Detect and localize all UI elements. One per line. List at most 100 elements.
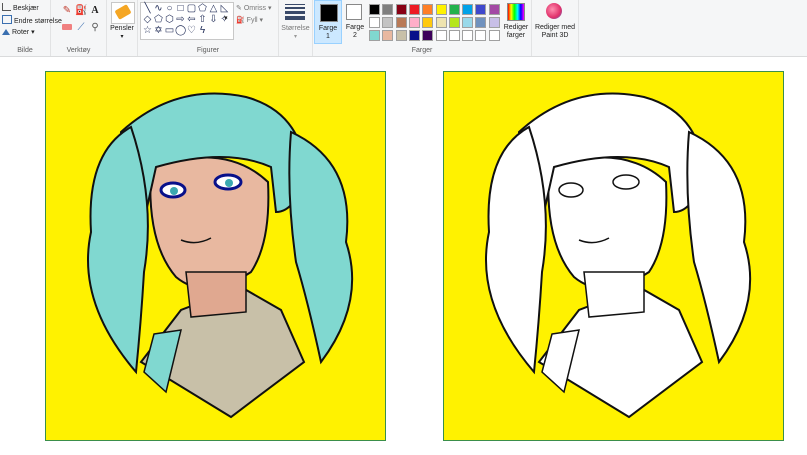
callout-rect-shape-icon[interactable]: ▭ bbox=[164, 26, 175, 36]
palette-swatch[interactable] bbox=[408, 17, 420, 28]
color1-swatch bbox=[320, 4, 338, 22]
palette-swatch[interactable] bbox=[462, 4, 474, 15]
magnifier-icon[interactable]: ⚲ bbox=[89, 22, 101, 34]
colors-group-label: Farger bbox=[411, 47, 433, 54]
lineart-portrait-panel[interactable] bbox=[443, 71, 784, 441]
left-arrow-shape-icon[interactable]: ⇦ bbox=[186, 15, 197, 25]
rotate-button[interactable]: Roter ▾ bbox=[2, 28, 35, 36]
fill-bucket-icon[interactable]: ⛽ bbox=[75, 5, 87, 17]
callout-oval-shape-icon[interactable]: ◯ bbox=[175, 26, 186, 36]
size-group: Størrelse ▾ bbox=[279, 0, 313, 56]
star6-shape-icon[interactable]: ✡ bbox=[153, 26, 164, 36]
palette-swatch[interactable] bbox=[448, 30, 460, 41]
right-triangle-shape-icon[interactable]: ◺ bbox=[219, 4, 230, 14]
right-arrow-shape-icon[interactable]: ⇨ bbox=[175, 15, 186, 25]
palette-swatch[interactable] bbox=[395, 4, 407, 15]
palette-swatch[interactable] bbox=[475, 30, 487, 41]
paint3d-label: Rediger med Paint 3D bbox=[534, 24, 576, 39]
brushes-button[interactable]: Pensler bbox=[107, 25, 137, 32]
pencil-icon[interactable]: ✎ bbox=[61, 5, 73, 17]
size-lines-icon[interactable] bbox=[285, 4, 305, 20]
palette-swatch[interactable] bbox=[422, 17, 434, 28]
shapes-group: ╲ ∿ ○ □ ▢ ⬠ △ ◺ ◇ ⬠ ⬡ ⇨ ⇦ ⇧ ⇩ ✧ ☆ ✡ ▭ ◯ … bbox=[138, 0, 279, 56]
shapes-gallery: ╲ ∿ ○ □ ▢ ⬠ △ ◺ ◇ ⬠ ⬡ ⇨ ⇦ ⇧ ⇩ ✧ ☆ ✡ ▭ ◯ … bbox=[140, 2, 234, 40]
brushes-dropdown-icon[interactable]: ▾ bbox=[107, 33, 137, 40]
star5-shape-icon[interactable]: ☆ bbox=[142, 26, 153, 36]
shapes-group-label: Figurer bbox=[196, 47, 220, 54]
palette-swatch[interactable] bbox=[369, 30, 380, 41]
tools-group-label: Verktøy bbox=[66, 47, 91, 54]
outline-label: Omriss bbox=[243, 5, 266, 12]
rounded-rect-shape-icon[interactable]: ▢ bbox=[186, 4, 197, 14]
rectangle-shape-icon[interactable]: □ bbox=[175, 4, 186, 14]
text-icon[interactable]: A bbox=[89, 5, 101, 17]
palette-swatch[interactable] bbox=[488, 30, 500, 41]
palette-swatch[interactable] bbox=[422, 4, 434, 15]
tools-group: ✎ ⛽ A ⟋ ⚲ Verktøy bbox=[51, 0, 107, 56]
ribbon: Beskjær Endre størrelse Roter ▾ Bilde ✎ … bbox=[0, 0, 807, 57]
up-arrow-shape-icon[interactable]: ⇧ bbox=[197, 15, 208, 25]
color-spectrum-icon bbox=[507, 3, 525, 21]
palette-swatch[interactable] bbox=[422, 30, 434, 41]
palette-swatch[interactable] bbox=[408, 30, 420, 41]
palette-swatch[interactable] bbox=[475, 17, 487, 28]
color2-label: Farge 2 bbox=[345, 24, 365, 39]
palette-swatch[interactable] bbox=[435, 30, 447, 41]
color-picker-icon[interactable]: ⟋ bbox=[75, 22, 87, 34]
colored-portrait-art bbox=[87, 92, 354, 419]
brush-icon[interactable] bbox=[111, 2, 135, 24]
lightning-shape-icon[interactable]: ϟ bbox=[197, 26, 208, 36]
down-arrow-shape-icon[interactable]: ⇩ bbox=[208, 15, 219, 25]
paint3d-button[interactable]: Rediger med Paint 3D bbox=[533, 0, 577, 44]
palette-swatch[interactable] bbox=[382, 4, 394, 15]
color-palette bbox=[367, 2, 502, 42]
pentagon-shape-icon[interactable]: ⬠ bbox=[153, 15, 164, 25]
edit-colors-button[interactable]: Rediger farger bbox=[503, 0, 529, 44]
image-group: Beskjær Endre størrelse Roter ▾ Bilde bbox=[0, 0, 62, 56]
crop-label: Beskjær bbox=[13, 5, 39, 12]
palette-swatch[interactable] bbox=[488, 17, 500, 28]
outline-icon: ✎ bbox=[236, 5, 242, 12]
triangle-shape-icon[interactable]: △ bbox=[208, 4, 219, 14]
polygon-shape-icon[interactable]: ⬠ bbox=[197, 4, 208, 14]
color1-label: Farge 1 bbox=[318, 25, 338, 40]
color2-button[interactable]: Farge 2 bbox=[343, 0, 367, 44]
shapes-scroll-icon[interactable]: ▾ bbox=[224, 14, 228, 22]
palette-swatch[interactable] bbox=[462, 30, 474, 41]
palette-swatch[interactable] bbox=[395, 17, 407, 28]
palette-swatch[interactable] bbox=[369, 17, 380, 28]
palette-swatch[interactable] bbox=[395, 30, 407, 41]
lineart-portrait-art bbox=[485, 92, 752, 419]
hexagon-shape-icon[interactable]: ⬡ bbox=[164, 15, 175, 25]
fill-button[interactable]: ⛽ Fyll ▾ bbox=[236, 16, 263, 24]
heart-shape-icon[interactable]: ♡ bbox=[186, 26, 197, 36]
crop-button[interactable]: Beskjær bbox=[2, 3, 39, 12]
color2-swatch bbox=[346, 4, 362, 20]
size-dropdown-icon: ▾ bbox=[293, 34, 297, 40]
palette-swatch[interactable] bbox=[382, 30, 394, 41]
rotate-label: Roter bbox=[12, 29, 30, 36]
size-button[interactable]: Størrelse bbox=[279, 25, 312, 32]
palette-swatch[interactable] bbox=[448, 17, 460, 28]
fill-label: Fyll bbox=[246, 17, 258, 24]
paint3d-icon bbox=[546, 3, 562, 19]
colored-portrait-panel[interactable] bbox=[45, 71, 386, 441]
outline-button[interactable]: ✎ Omriss ▾ bbox=[236, 4, 271, 12]
line-shape-icon[interactable]: ╲ bbox=[142, 4, 153, 14]
diamond-shape-icon[interactable]: ◇ bbox=[142, 15, 153, 25]
palette-swatch[interactable] bbox=[462, 17, 474, 28]
palette-swatch[interactable] bbox=[488, 4, 500, 15]
paint3d-separator bbox=[578, 0, 579, 56]
palette-swatch[interactable] bbox=[369, 4, 380, 15]
eraser-icon[interactable] bbox=[61, 22, 73, 34]
palette-swatch[interactable] bbox=[435, 4, 447, 15]
color1-button[interactable]: Farge 1 bbox=[314, 0, 342, 44]
oval-shape-icon[interactable]: ○ bbox=[164, 4, 175, 14]
resize-icon bbox=[2, 15, 12, 24]
curve-shape-icon[interactable]: ∿ bbox=[153, 4, 164, 14]
palette-swatch[interactable] bbox=[435, 17, 447, 28]
palette-swatch[interactable] bbox=[408, 4, 420, 15]
palette-swatch[interactable] bbox=[475, 4, 487, 15]
palette-swatch[interactable] bbox=[448, 4, 460, 15]
palette-swatch[interactable] bbox=[382, 17, 394, 28]
